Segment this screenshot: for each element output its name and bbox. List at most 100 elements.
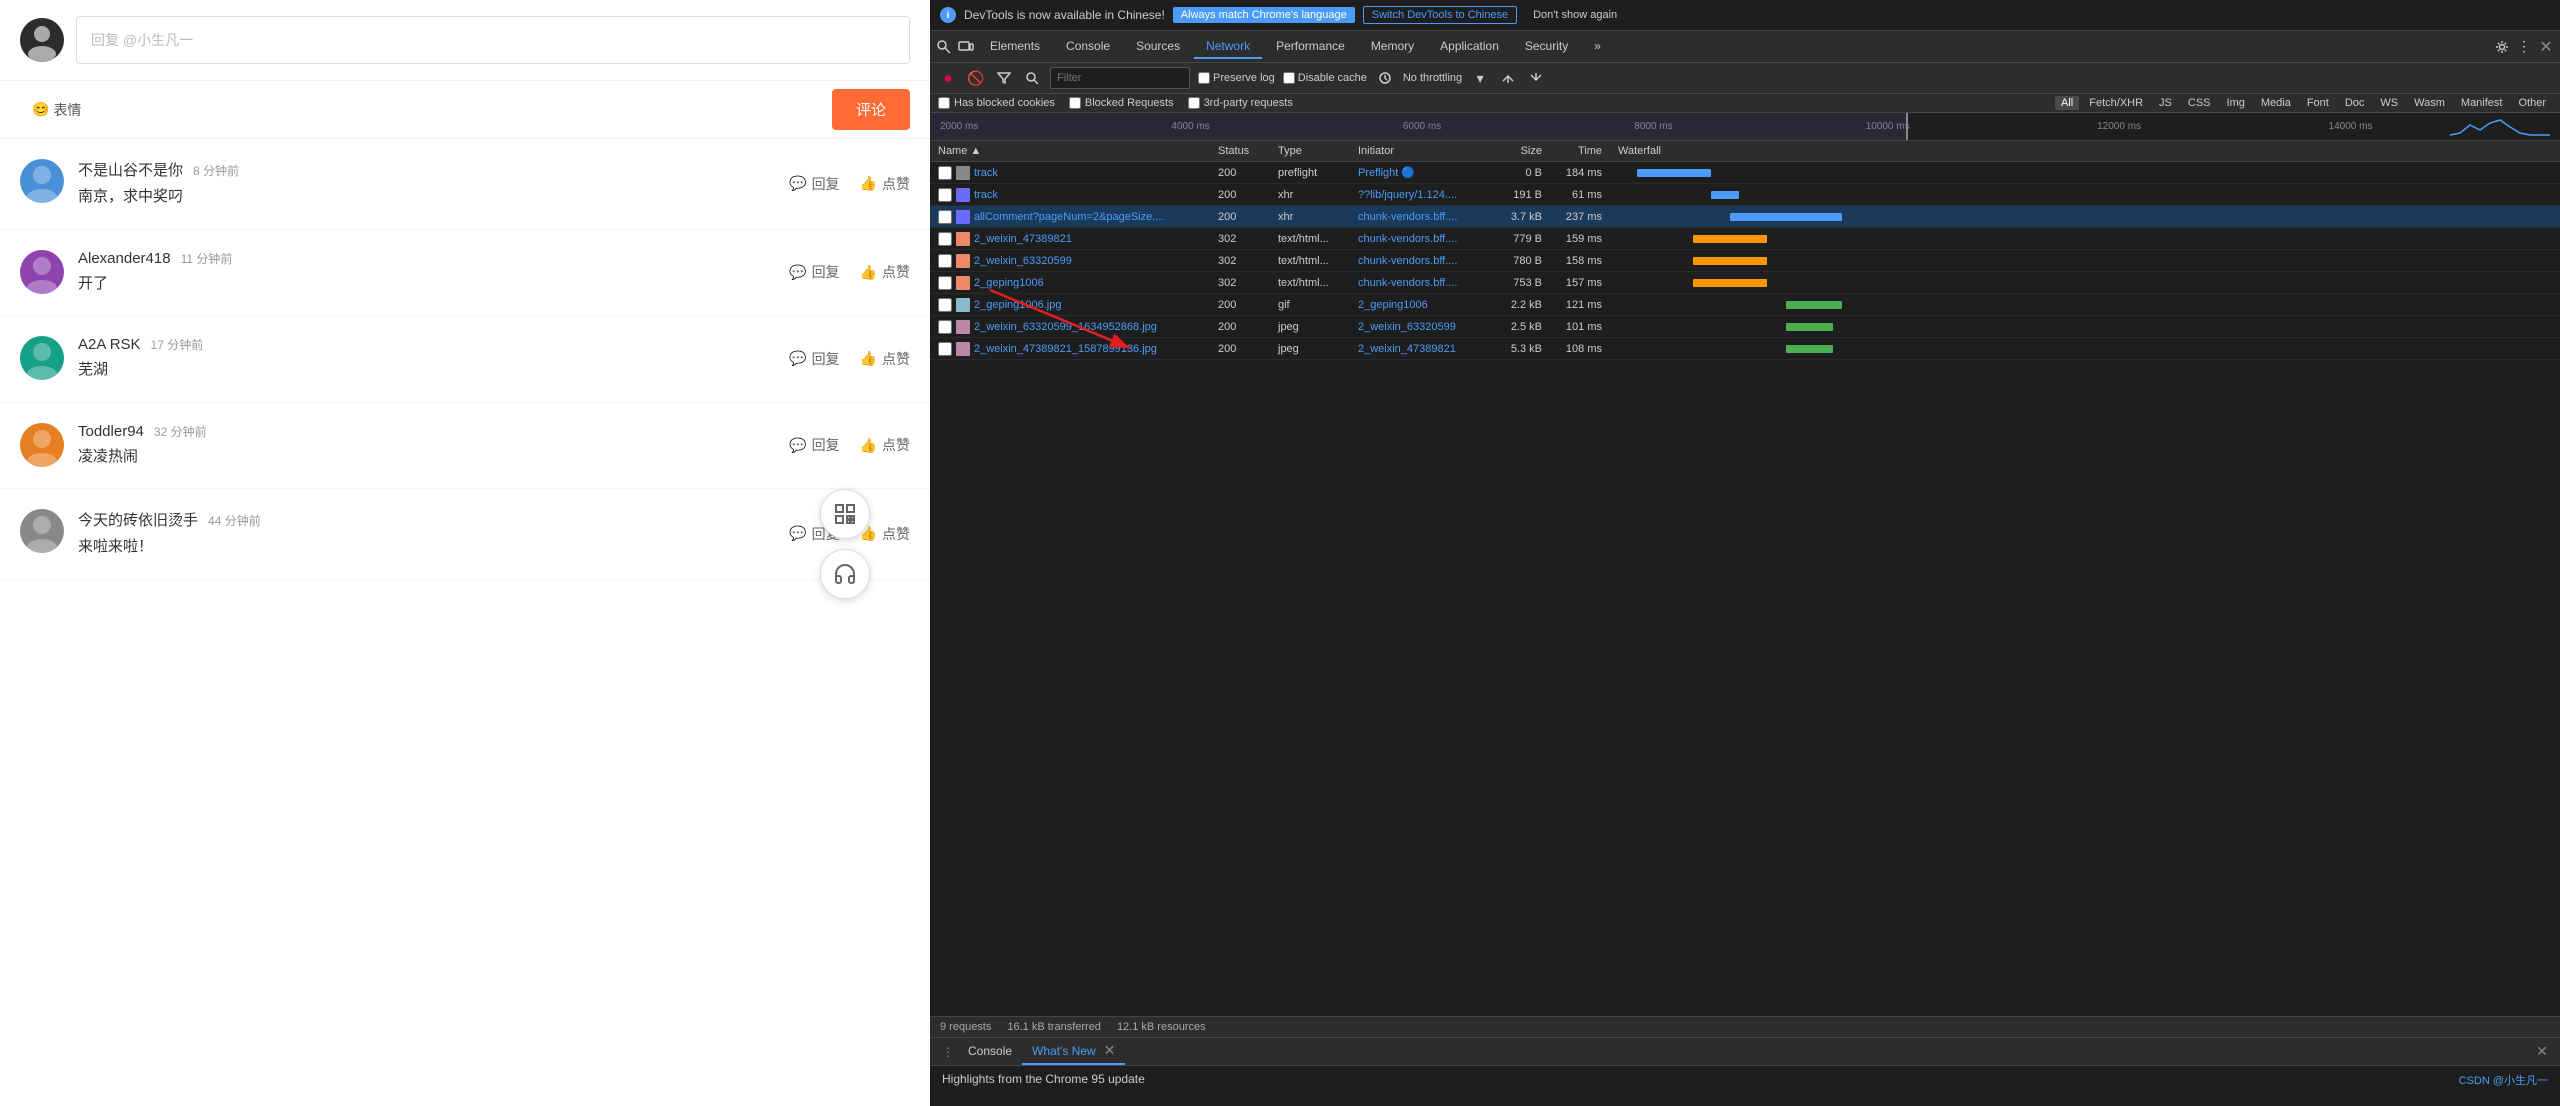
filter-all-button[interactable]: All	[2055, 96, 2079, 110]
tab-elements[interactable]: Elements	[978, 35, 1052, 59]
blocked-requests-label[interactable]: Blocked Requests	[1069, 97, 1174, 109]
initiator-link[interactable]: ??lib/jquery/1.124....	[1358, 189, 1482, 201]
device-toggle-icon[interactable]	[956, 37, 976, 57]
table-row[interactable]: track 200 xhr ??lib/jquery/1.124.... 191…	[930, 184, 2560, 206]
throttle-icon[interactable]	[1375, 68, 1395, 88]
disable-cache-checkbox[interactable]	[1283, 72, 1295, 84]
headset-button[interactable]	[820, 549, 870, 599]
bottom-menu-icon[interactable]: ⋮	[938, 1042, 958, 1062]
initiator-link[interactable]: chunk-vendors.bff....	[1358, 211, 1482, 223]
table-row[interactable]: 2_weixin_47389821_1587899136.jpg 200 jpe…	[930, 338, 2560, 360]
emoji-button[interactable]: 😊 表情	[20, 92, 93, 128]
table-row[interactable]: track 200 preflight Preflight 🔵 0 B 184 …	[930, 162, 2560, 184]
col-header-name[interactable]: Name ▲	[930, 145, 1210, 157]
whats-new-close-icon[interactable]: ✕	[1104, 1042, 1116, 1059]
bottom-close-icon[interactable]: ✕	[2532, 1042, 2552, 1062]
row-checkbox[interactable]	[938, 232, 952, 246]
settings-icon[interactable]	[2492, 37, 2512, 57]
reply-button[interactable]: 💬 回复	[789, 174, 839, 194]
filter-manifest-button[interactable]: Manifest	[2455, 96, 2509, 110]
preserve-log-label[interactable]: Preserve log	[1198, 72, 1275, 84]
col-header-type[interactable]: Type	[1270, 145, 1350, 157]
has-blocked-checkbox[interactable]	[938, 97, 950, 109]
submit-comment-button[interactable]: 评论	[832, 89, 910, 130]
search-icon[interactable]	[1022, 68, 1042, 88]
reply-button[interactable]: 💬 回复	[789, 349, 839, 369]
table-row[interactable]: 2_weixin_47389821 302 text/html... chunk…	[930, 228, 2560, 250]
tab-whats-new[interactable]: What's New ✕	[1022, 1038, 1125, 1065]
col-header-time[interactable]: Time	[1550, 145, 1610, 157]
initiator-link[interactable]: chunk-vendors.bff....	[1358, 277, 1482, 289]
has-blocked-label[interactable]: Has blocked cookies	[938, 97, 1055, 109]
initiator-link[interactable]: chunk-vendors.bff....	[1358, 255, 1482, 267]
row-checkbox[interactable]	[938, 210, 952, 224]
disable-cache-label[interactable]: Disable cache	[1283, 72, 1367, 84]
tab-memory[interactable]: Memory	[1359, 35, 1426, 59]
initiator-link[interactable]: 2_geping1006	[1358, 299, 1482, 311]
like-button[interactable]: 👍 点赞	[860, 435, 910, 455]
table-row[interactable]: 2_weixin_63320599 302 text/html... chunk…	[930, 250, 2560, 272]
more-options-icon[interactable]: ⋮	[2514, 37, 2534, 57]
initiator-link[interactable]: chunk-vendors.bff....	[1358, 233, 1482, 245]
tab-network[interactable]: Network	[1194, 35, 1262, 59]
row-checkbox[interactable]	[938, 254, 952, 268]
initiator-link[interactable]: 2_weixin_63320599	[1358, 321, 1482, 333]
initiator-link[interactable]: 2_weixin_47389821	[1358, 343, 1482, 355]
filter-css-button[interactable]: CSS	[2182, 96, 2217, 110]
col-header-waterfall[interactable]: Waterfall	[1610, 145, 2560, 157]
row-checkbox[interactable]	[938, 276, 952, 290]
tab-console[interactable]: Console	[1054, 35, 1122, 59]
table-row[interactable]: 2_geping1006 302 text/html... chunk-vend…	[930, 272, 2560, 294]
inspect-icon[interactable]	[934, 37, 954, 57]
qr-button[interactable]	[820, 489, 870, 539]
row-checkbox[interactable]	[938, 320, 952, 334]
filter-doc-button[interactable]: Doc	[2339, 96, 2371, 110]
export-icon[interactable]	[1526, 68, 1546, 88]
import-icon[interactable]	[1498, 68, 1518, 88]
tab-sources[interactable]: Sources	[1124, 35, 1192, 59]
reply-button[interactable]: 💬 回复	[789, 435, 839, 455]
tab-more[interactable]: »	[1582, 35, 1613, 59]
filter-other-button[interactable]: Other	[2512, 96, 2552, 110]
filter-icon[interactable]	[994, 68, 1014, 88]
third-party-label[interactable]: 3rd-party requests	[1188, 97, 1293, 109]
tab-performance[interactable]: Performance	[1264, 35, 1357, 59]
filter-js-button[interactable]: JS	[2153, 96, 2178, 110]
tab-security[interactable]: Security	[1513, 35, 1580, 59]
tab-application[interactable]: Application	[1428, 35, 1511, 59]
col-header-size[interactable]: Size	[1490, 145, 1550, 157]
preserve-log-checkbox[interactable]	[1198, 72, 1210, 84]
table-row[interactable]: 2_geping1006.jpg 200 gif 2_geping1006 2.…	[930, 294, 2560, 316]
filter-xhr-button[interactable]: Fetch/XHR	[2083, 96, 2149, 110]
record-icon[interactable]: ⏺	[938, 68, 958, 88]
filter-wasm-button[interactable]: Wasm	[2408, 96, 2451, 110]
row-checkbox[interactable]	[938, 298, 952, 312]
switch-devtools-button[interactable]: Switch DevTools to Chinese	[1363, 6, 1517, 24]
blocked-requests-checkbox[interactable]	[1069, 97, 1081, 109]
row-checkbox[interactable]	[938, 342, 952, 356]
row-checkbox[interactable]	[938, 188, 952, 202]
col-header-status[interactable]: Status	[1210, 145, 1270, 157]
table-row[interactable]: 2_weixin_63320599_1634952868.jpg 200 jpe…	[930, 316, 2560, 338]
filter-media-button[interactable]: Media	[2255, 96, 2297, 110]
like-button[interactable]: 👍 点赞	[860, 262, 910, 282]
dont-show-button[interactable]: Don't show again	[1525, 7, 1625, 23]
table-row[interactable]: allComment?pageNum=2&pageSize.... 200 xh…	[930, 206, 2560, 228]
col-header-initiator[interactable]: Initiator	[1350, 145, 1490, 157]
filter-font-button[interactable]: Font	[2301, 96, 2335, 110]
throttle-dropdown-icon[interactable]: ▾	[1470, 68, 1490, 88]
row-checkbox[interactable]	[938, 166, 952, 180]
filter-ws-button[interactable]: WS	[2374, 96, 2404, 110]
clear-icon[interactable]: 🚫	[966, 68, 986, 88]
third-party-checkbox[interactable]	[1188, 97, 1200, 109]
like-button[interactable]: 👍 点赞	[860, 174, 910, 194]
filter-img-button[interactable]: Img	[2221, 96, 2251, 110]
close-devtools-icon[interactable]: ✕	[2536, 37, 2556, 57]
initiator-link[interactable]: Preflight 🔵	[1358, 166, 1482, 179]
reply-input[interactable]: 回复 @小生凡一	[76, 16, 910, 64]
like-button[interactable]: 👍 点赞	[860, 349, 910, 369]
filter-input[interactable]	[1050, 67, 1190, 89]
match-language-button[interactable]: Always match Chrome's language	[1173, 7, 1355, 23]
reply-button[interactable]: 💬 回复	[789, 262, 839, 282]
tab-console-bottom[interactable]: Console	[958, 1040, 1022, 1064]
